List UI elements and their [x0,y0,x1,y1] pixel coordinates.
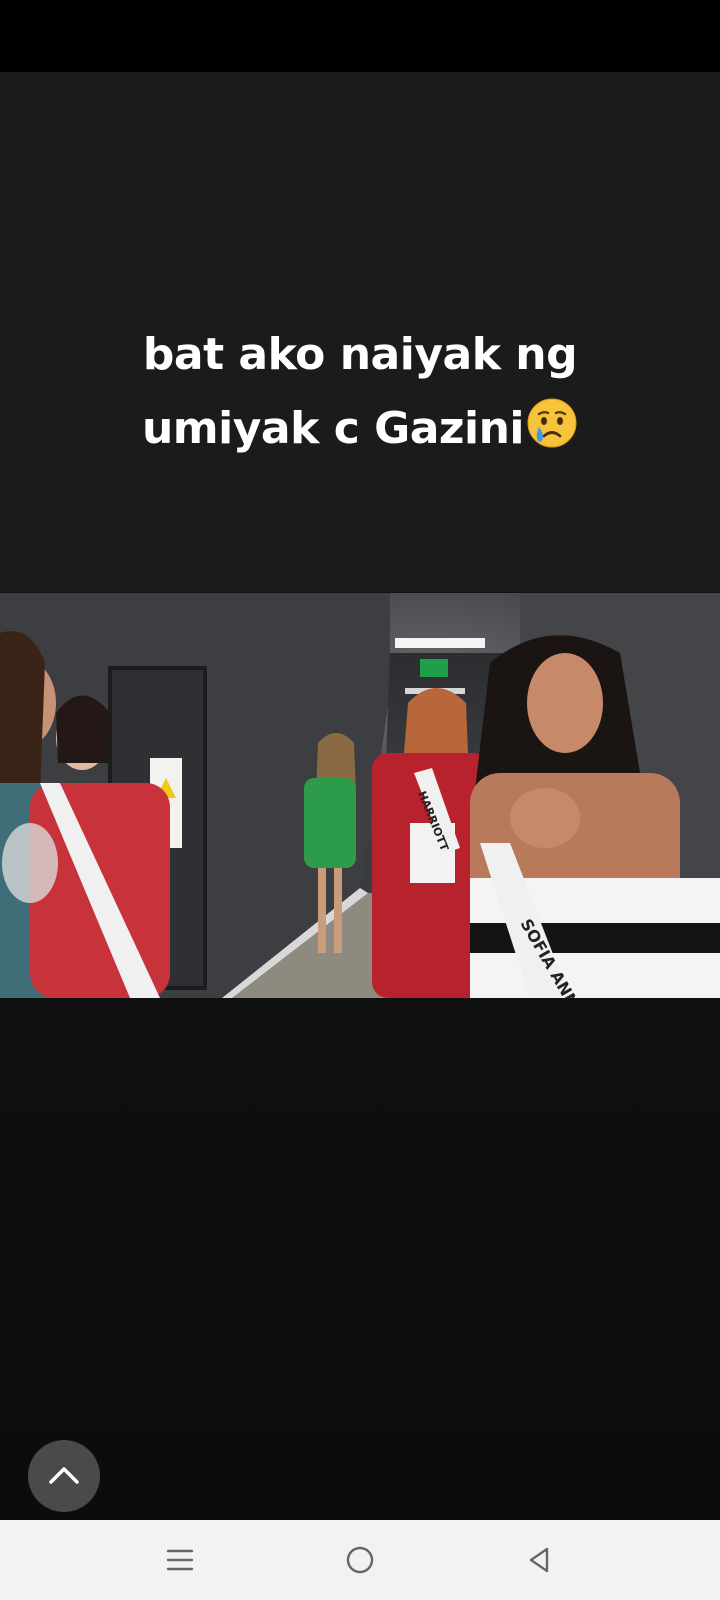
system-navigation-bar [0,1520,720,1600]
video-scene: SOFIA ANN HARRIOTT [0,593,720,998]
caption-line-2: umiyak c Gazini [141,403,525,454]
chevron-up-icon [49,1467,79,1484]
crying-face-icon [527,398,577,448]
circle-home-icon [346,1546,374,1574]
status-bar [0,0,720,72]
video-caption: bat ako naiyak ng umiyak c Gazini [0,318,720,466]
video-frame: SOFIA ANN HARRIOTT [0,593,720,998]
menu-lines-icon [166,1549,194,1571]
caption-line-2-wrap: umiyak c Gazini [0,392,720,466]
recents-button[interactable] [160,1540,200,1580]
home-button[interactable] [340,1540,380,1580]
caption-line-1: bat ako naiyak ng [142,329,578,380]
scroll-top-button[interactable] [28,1440,100,1512]
triangle-back-icon [529,1547,549,1573]
back-button[interactable] [520,1540,560,1580]
